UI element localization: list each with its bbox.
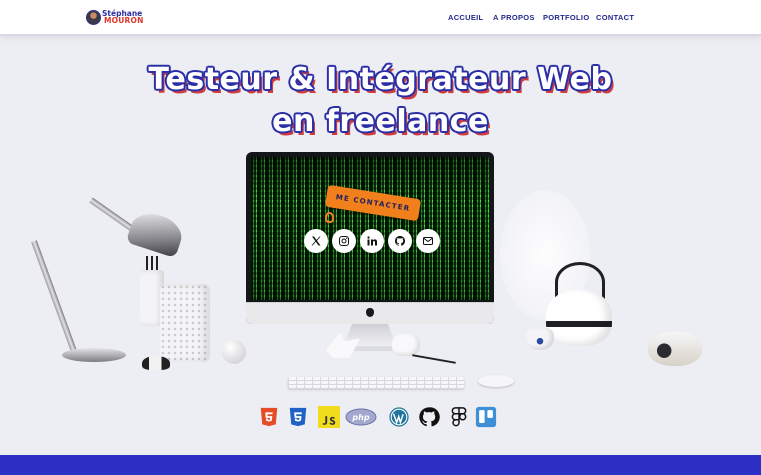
desk-lamp-base bbox=[62, 348, 126, 362]
nav-item-portfolio[interactable]: PORTFOLIO bbox=[543, 13, 589, 22]
keyboard bbox=[288, 377, 464, 389]
logo-last-name: MOURON bbox=[104, 16, 144, 25]
php-icon: php bbox=[345, 406, 377, 428]
decorative-ball bbox=[222, 340, 246, 364]
desk-lamp-arm bbox=[31, 240, 78, 356]
decorative-vase bbox=[160, 284, 210, 362]
apple-logo-icon bbox=[366, 308, 374, 317]
hero-title-line2: en freelance bbox=[272, 104, 489, 139]
crumpled-paper bbox=[392, 334, 420, 356]
footer-bar bbox=[0, 455, 761, 475]
trello-icon bbox=[475, 406, 497, 428]
js-icon bbox=[318, 406, 340, 428]
site-logo[interactable]: Stéphane MOURON bbox=[86, 8, 144, 28]
x-icon[interactable] bbox=[304, 229, 328, 253]
monitor-chin bbox=[246, 302, 494, 324]
github-icon[interactable] bbox=[388, 229, 412, 253]
wordpress-icon bbox=[388, 406, 410, 428]
instagram-icon[interactable] bbox=[332, 229, 356, 253]
email-icon[interactable] bbox=[416, 229, 440, 253]
nav-item-accueil[interactable]: ACCUEIL bbox=[448, 13, 483, 22]
github-icon bbox=[418, 406, 440, 428]
desk-lamp-head bbox=[125, 207, 187, 259]
nav-item-a-propos[interactable]: A PROPOS bbox=[493, 13, 535, 22]
pin-icon bbox=[323, 212, 334, 224]
headphones bbox=[648, 332, 702, 366]
pencil bbox=[412, 354, 456, 364]
figma-icon bbox=[448, 406, 470, 428]
panda-figurine bbox=[142, 356, 170, 370]
teacup bbox=[526, 328, 554, 350]
avatar bbox=[86, 10, 101, 25]
css3-icon bbox=[287, 406, 309, 428]
mouse bbox=[478, 375, 514, 387]
nav-item-contact[interactable]: CONTACT bbox=[596, 13, 634, 22]
hero-title-line1: Testeur & Intégrateur Web bbox=[148, 62, 613, 97]
teapot bbox=[546, 290, 612, 346]
site-header: Stéphane MOURON ACCUEIL A PROPOS PORTFOL… bbox=[0, 0, 761, 36]
svg-text:php: php bbox=[351, 413, 369, 422]
linkedin-icon[interactable] bbox=[360, 229, 384, 253]
html5-icon bbox=[258, 406, 280, 428]
